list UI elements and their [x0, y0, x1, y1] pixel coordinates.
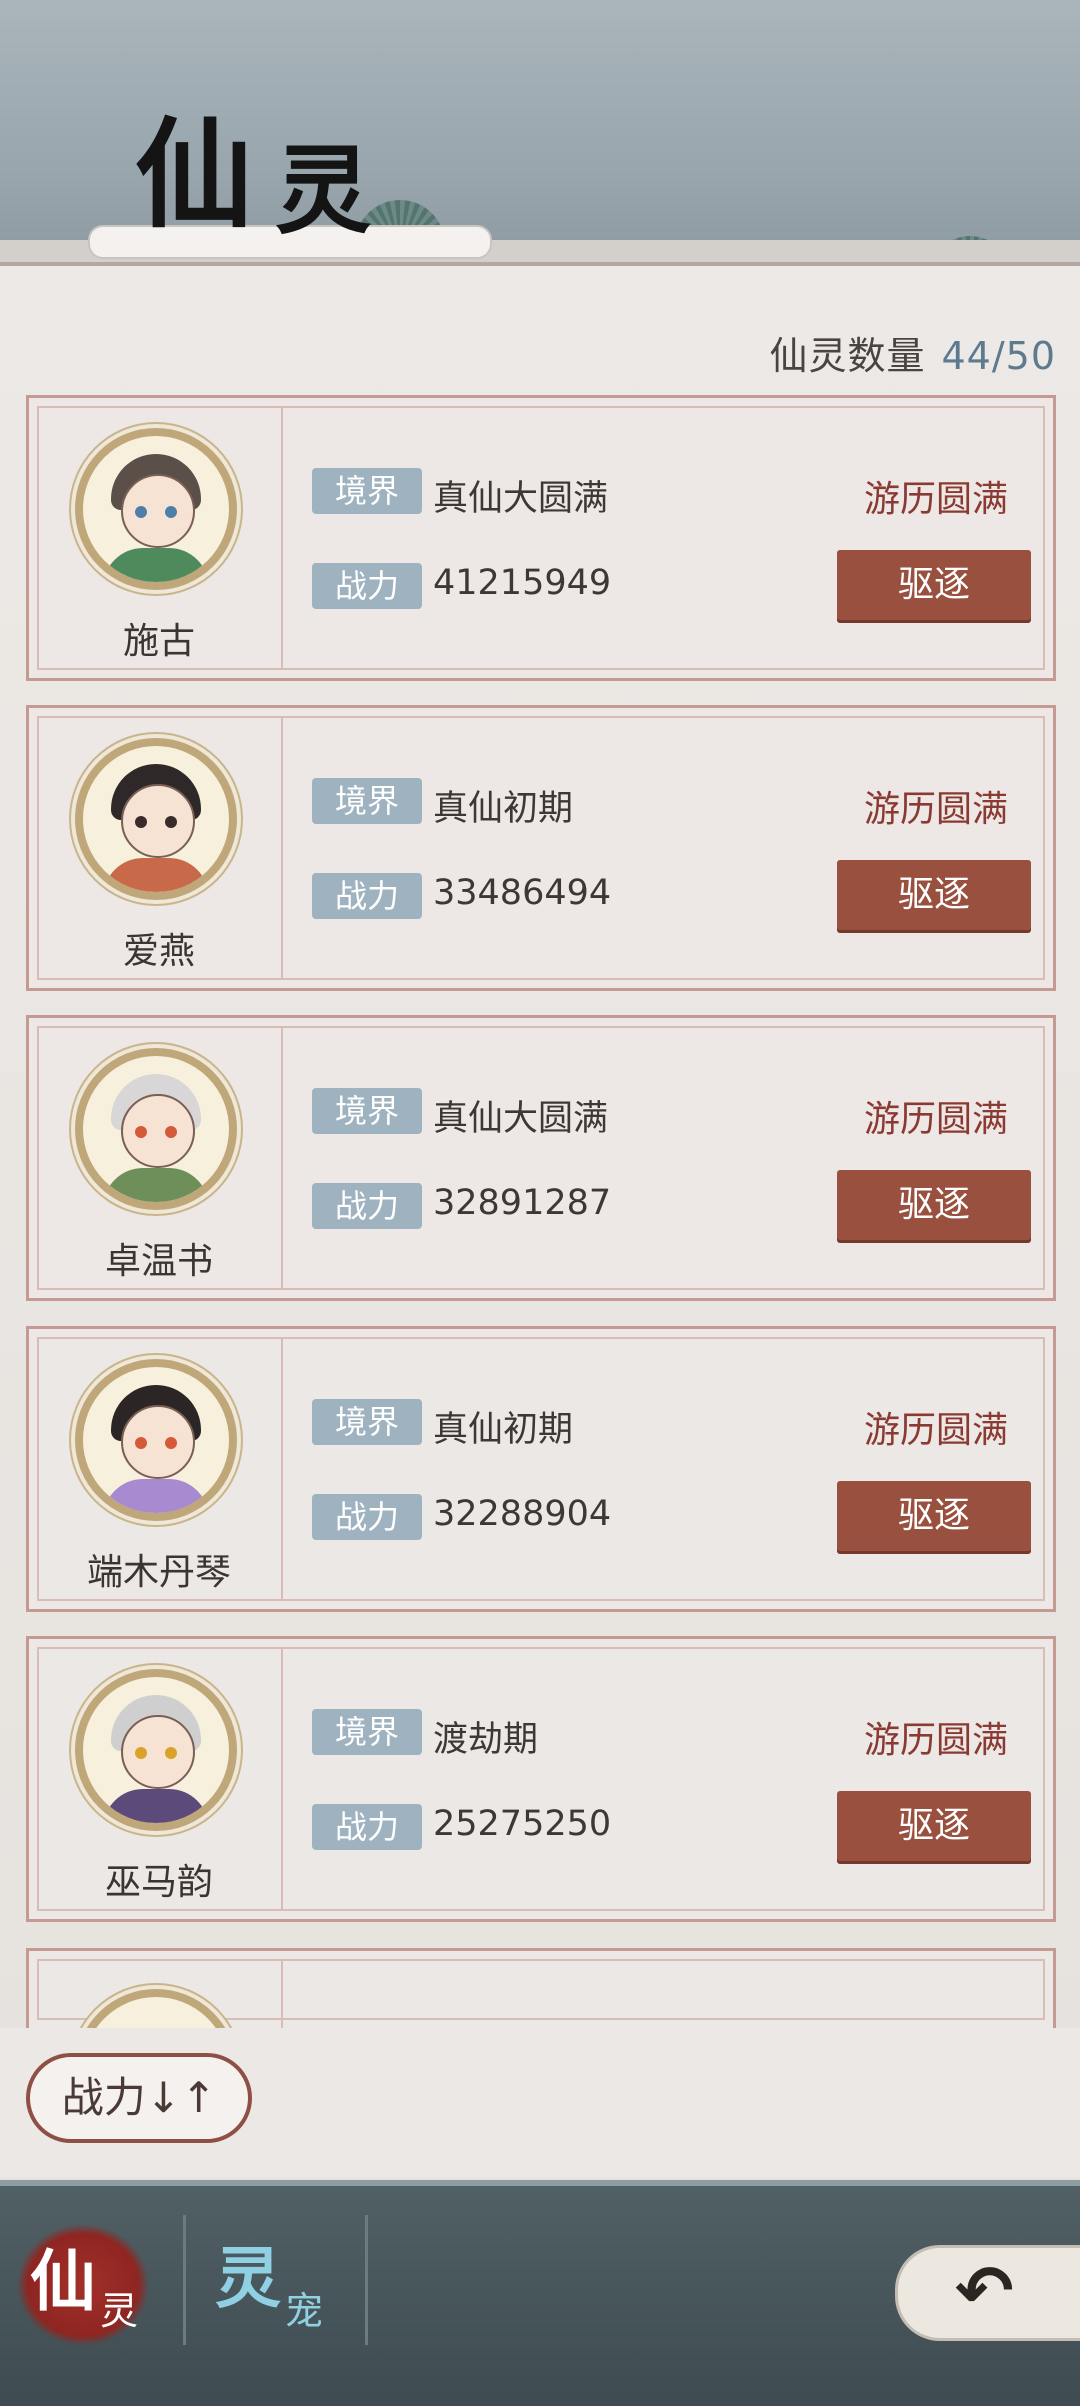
avatar-eye: [135, 1126, 147, 1138]
avatar-outfit: [103, 1479, 209, 1513]
tab-spirit-small: 灵: [100, 2289, 139, 2333]
tab-pet-small: 宠: [285, 2289, 324, 2333]
title-char-2: 灵: [275, 134, 371, 247]
spirit-count-value: 44/50: [941, 334, 1056, 378]
avatar-eye: [135, 1437, 147, 1449]
avatar-face: [121, 784, 195, 858]
spirit-name: 卓温书: [104, 1241, 213, 1282]
realm-tag: 境界: [312, 1399, 422, 1445]
avatar-outfit: [103, 1789, 209, 1823]
expel-button[interactable]: 驱逐: [837, 550, 1031, 620]
avatar-column: 端木丹琴: [37, 1337, 283, 1601]
travel-status: 游历圆满: [863, 1410, 1008, 1451]
spirit-card[interactable]: 巫马韵 境界 渡劫期 战力 25275250 游历圆满 驱逐: [26, 1636, 1056, 1922]
power-tag: 战力: [312, 563, 422, 609]
nav-divider: [365, 2215, 368, 2345]
power-tag: 战力: [312, 1183, 422, 1229]
avatar-eye: [165, 816, 177, 828]
realm-tag: 境界: [312, 1088, 422, 1134]
realm-value: 真仙初期: [433, 1410, 574, 1450]
avatar[interactable]: [75, 738, 237, 900]
power-tag: 战力: [312, 1494, 422, 1540]
avatar-column: [37, 1959, 283, 2151]
avatar-column: 卓温书: [37, 1026, 283, 1290]
spirit-card[interactable]: 施古 境界 真仙大圆满 战力 41215949 游历圆满 驱逐: [26, 395, 1056, 681]
avatar[interactable]: [75, 1359, 237, 1521]
spirit-card-partial: [26, 1948, 1056, 2151]
power-value: 41215949: [433, 563, 612, 603]
avatar-column: 爱燕: [37, 716, 283, 980]
tab-pet-big: 灵: [215, 2239, 281, 2317]
spirit-count-label: 仙灵数量: [769, 334, 926, 378]
travel-status: 游历圆满: [863, 789, 1008, 830]
power-tag: 战力: [312, 1804, 422, 1850]
expel-button[interactable]: 驱逐: [837, 860, 1031, 930]
spirit-card[interactable]: 卓温书 境界 真仙大圆满 战力 32891287 游历圆满 驱逐: [26, 1015, 1056, 1301]
avatar-eye: [135, 506, 147, 518]
expel-button[interactable]: 驱逐: [837, 1481, 1031, 1551]
realm-tag: 境界: [312, 468, 422, 514]
avatar-face: [121, 1715, 195, 1789]
avatar-outfit: [103, 858, 209, 892]
avatar[interactable]: [75, 428, 237, 590]
avatar-eye: [135, 816, 147, 828]
spirit-name: 爱燕: [122, 931, 195, 972]
travel-status: 游历圆满: [863, 1099, 1008, 1140]
power-value: 32288904: [433, 1494, 612, 1534]
expel-button[interactable]: 驱逐: [837, 1170, 1031, 1240]
realm-tag: 境界: [312, 1709, 422, 1755]
back-arrow-icon: ↶: [955, 2250, 1014, 2332]
title-char-1: 仙: [135, 105, 254, 244]
sort-by-power-button[interactable]: 战力↓↑: [26, 2053, 252, 2143]
power-value: 33486494: [433, 873, 612, 913]
tab-spirit-big: 仙: [30, 2242, 96, 2320]
avatar-outfit: [103, 548, 209, 582]
spirit-count: 仙灵数量 44/50: [769, 325, 1056, 380]
avatar-column: 施古: [37, 406, 283, 670]
realm-value: 真仙大圆满: [433, 479, 609, 519]
power-value: 32891287: [433, 1183, 612, 1223]
avatar[interactable]: [75, 1669, 237, 1831]
avatar-outfit: [103, 1168, 209, 1202]
avatar-face: [121, 1405, 195, 1479]
realm-value: 渡劫期: [433, 1720, 539, 1760]
spirit-name: 端木丹琴: [86, 1552, 231, 1593]
realm-value: 真仙大圆满: [433, 1099, 609, 1139]
avatar-eye: [165, 1747, 177, 1759]
avatar[interactable]: [75, 1048, 237, 1210]
avatar-face: [121, 1094, 195, 1168]
avatar-eye: [165, 1126, 177, 1138]
avatar-eye: [135, 1747, 147, 1759]
spirit-card[interactable]: 端木丹琴 境界 真仙初期 战力 32288904 游历圆满 驱逐: [26, 1326, 1056, 1612]
realm-value: 真仙初期: [433, 789, 574, 829]
travel-status: 游历圆满: [863, 479, 1008, 520]
avatar-face: [121, 474, 195, 548]
spirit-card[interactable]: 爱燕 境界 真仙初期 战力 33486494 游历圆满 驱逐: [26, 705, 1056, 991]
realm-tag: 境界: [312, 778, 422, 824]
expel-button[interactable]: 驱逐: [837, 1791, 1031, 1861]
spirit-name: 巫马韵: [104, 1862, 213, 1903]
power-value: 25275250: [433, 1804, 612, 1844]
power-tag: 战力: [312, 873, 422, 919]
avatar-eye: [165, 1437, 177, 1449]
travel-status: 游历圆满: [863, 1720, 1008, 1761]
spirit-name: 施古: [122, 621, 195, 662]
nav-divider: [183, 2215, 186, 2345]
avatar-column: 巫马韵: [37, 1647, 283, 1911]
avatar-eye: [165, 506, 177, 518]
